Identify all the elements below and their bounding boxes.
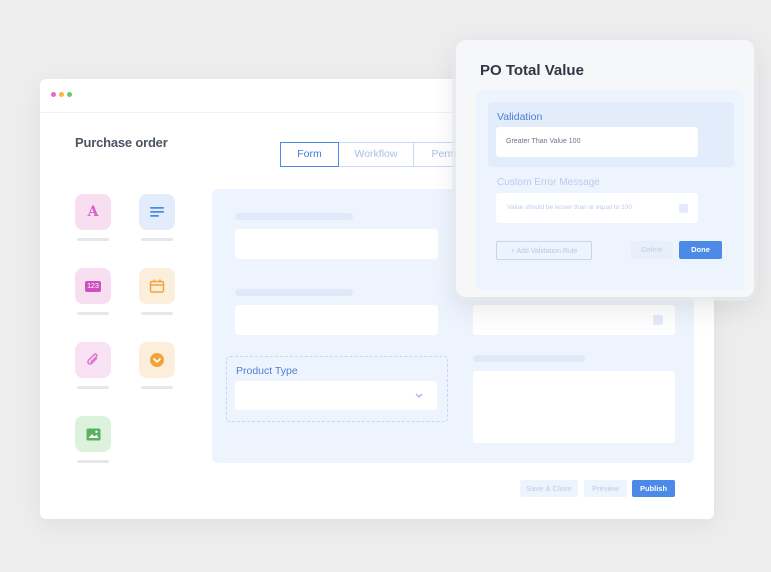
paperclip-icon — [87, 353, 98, 365]
product-type-dropzone[interactable]: Product Type — [226, 356, 448, 422]
product-type-select[interactable] — [235, 381, 437, 410]
field-label-placeholder — [235, 213, 353, 220]
popup-title: PO Total Value — [480, 62, 584, 79]
image-field-tool[interactable] — [75, 416, 111, 452]
attachment-field-tool[interactable] — [75, 342, 111, 378]
number-field-tool[interactable]: 123 — [75, 268, 111, 304]
text-field-tool[interactable]: A — [75, 194, 111, 230]
done-button[interactable]: Done — [679, 241, 722, 259]
calendar-icon — [149, 279, 165, 293]
validation-input[interactable]: Greater Than Value 100 — [496, 127, 698, 157]
tab-form[interactable]: Form — [280, 142, 339, 167]
error-message-text: Value should be lesser than or equal to … — [507, 204, 632, 211]
preview-button[interactable]: Preview — [584, 480, 627, 497]
form-field[interactable] — [235, 305, 438, 335]
image-icon — [86, 428, 100, 440]
error-message-input[interactable]: Value should be lesser than or equal to … — [496, 193, 698, 223]
minimize-dot[interactable] — [59, 92, 64, 97]
number-123-icon: 123 — [85, 280, 101, 292]
error-message-checkbox[interactable] — [679, 204, 688, 213]
delete-button[interactable]: Delete — [631, 241, 673, 259]
textarea-field[interactable] — [473, 371, 675, 443]
dropdown-field-tool[interactable] — [139, 342, 175, 378]
page-title: Purchase order — [75, 135, 168, 150]
dropdown-circle-icon — [150, 353, 164, 367]
date-field-tool[interactable] — [139, 268, 175, 304]
popup-body: Validation Greater Than Value 100 Custom… — [476, 90, 744, 290]
publish-button[interactable]: Publish — [632, 480, 675, 497]
form-field[interactable] — [473, 305, 675, 335]
letter-a-icon: A — [87, 204, 99, 220]
save-close-button[interactable]: Save & Close — [520, 480, 578, 497]
chevron-down-icon — [415, 393, 423, 398]
error-message-label: Custom Error Message — [497, 177, 600, 188]
tab-bar: Form Workflow Perm — [280, 142, 475, 167]
multiline-field-tool[interactable] — [139, 194, 175, 230]
text-lines-icon — [150, 207, 164, 217]
tab-workflow[interactable]: Workflow — [338, 142, 414, 167]
field-properties-popup: PO Total Value Validation Greater Than V… — [456, 40, 754, 297]
checkbox[interactable] — [653, 315, 663, 325]
add-validation-rule-button[interactable]: + Add Validation Rule — [496, 241, 592, 260]
close-dot[interactable] — [51, 92, 56, 97]
field-label-placeholder — [473, 355, 585, 362]
product-type-label: Product Type — [236, 365, 298, 377]
maximize-dot[interactable] — [67, 92, 72, 97]
validation-section: Validation Greater Than Value 100 — [488, 102, 734, 167]
validation-label: Validation — [497, 111, 543, 123]
form-field[interactable] — [235, 229, 438, 259]
field-label-placeholder — [235, 289, 353, 296]
